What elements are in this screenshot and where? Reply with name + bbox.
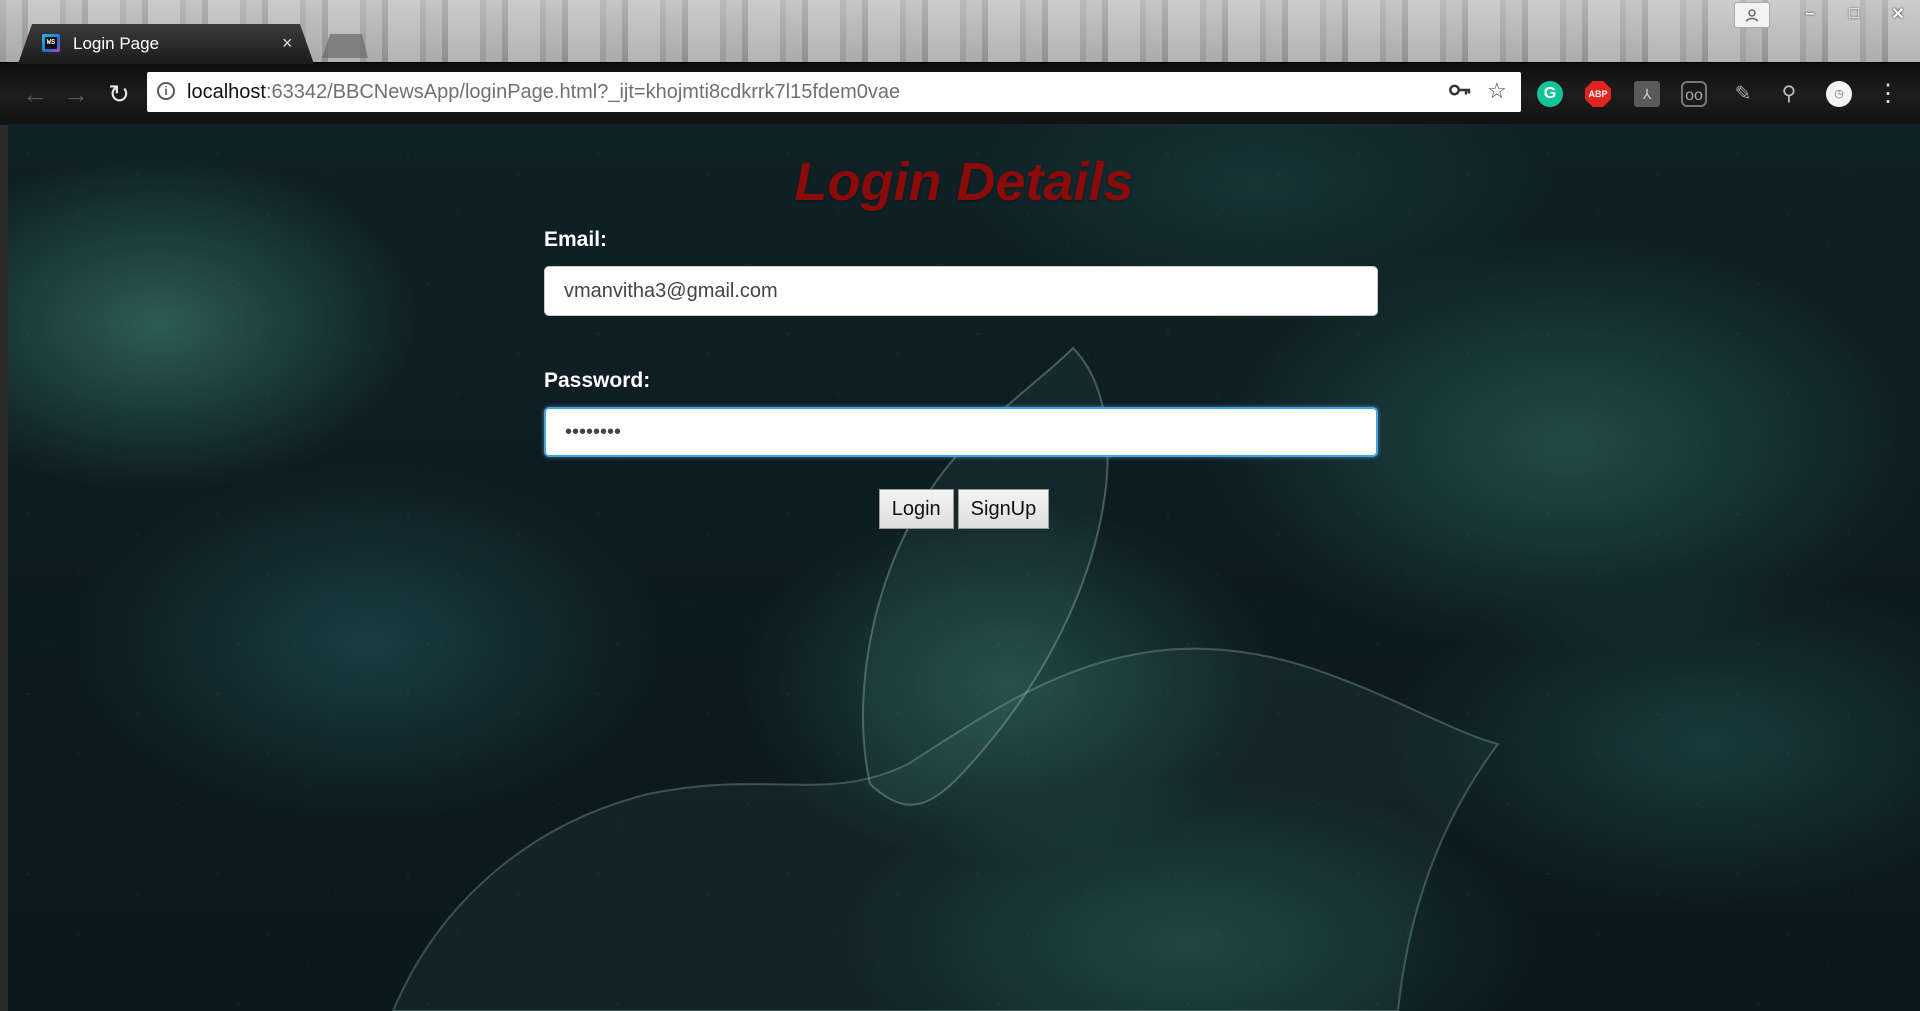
url-path: :63342/BBCNewsApp/loginPage.html?_ijt=kh…: [265, 81, 901, 103]
new-tab-button[interactable]: [322, 34, 368, 58]
pdf-icon[interactable]: ⅄: [1634, 81, 1660, 107]
close-window-button[interactable]: ✕: [1876, 0, 1920, 28]
email-field[interactable]: [544, 266, 1378, 316]
key-icon[interactable]: [1449, 80, 1471, 103]
minimize-button[interactable]: –: [1788, 0, 1832, 28]
browser-toolbar: ← → ↻ i localhost:63342/BBCNewsApp/login…: [0, 62, 1920, 125]
browser-tab-active[interactable]: WS Login Page ×: [18, 24, 314, 64]
tab-close-icon[interactable]: ×: [282, 33, 293, 54]
signup-button[interactable]: SignUp: [957, 489, 1050, 529]
tab-title: Login Page: [73, 34, 160, 53]
info-icon[interactable]: i: [157, 82, 175, 100]
login-button[interactable]: Login: [878, 489, 954, 529]
favicon-text: WS: [45, 37, 57, 49]
reload-icon[interactable]: ↻: [104, 79, 134, 109]
page-viewport: Login Details Email: Password: Login Sig…: [8, 124, 1920, 1011]
grammarly-icon[interactable]: G: [1537, 81, 1563, 107]
password-label: Password:: [544, 369, 651, 392]
menu-icon[interactable]: ⋮: [1876, 79, 1900, 109]
email-label: Email:: [544, 228, 608, 251]
address-bar[interactable]: i localhost:63342/BBCNewsApp/loginPage.h…: [147, 72, 1521, 112]
forward-arrow-icon[interactable]: →: [61, 79, 91, 109]
maximize-button[interactable]: □: [1832, 0, 1876, 28]
pen-icon[interactable]: ✎: [1730, 81, 1756, 107]
password-field[interactable]: [544, 407, 1378, 457]
search-icon[interactable]: ⚲: [1776, 81, 1802, 107]
apple-logo-watermark: [391, 346, 1500, 1011]
adblock-plus-icon[interactable]: ABP: [1585, 81, 1611, 107]
url-host: localhost: [187, 81, 266, 103]
clock-icon[interactable]: ◷: [1826, 81, 1852, 107]
button-row: Login SignUp: [544, 489, 1384, 529]
webstorm-favicon-icon: WS: [42, 34, 60, 52]
star-icon[interactable]: ☆: [1487, 78, 1507, 104]
window-controls: – □ ✕: [1734, 0, 1920, 28]
page-title: Login Details: [794, 152, 1134, 212]
back-arrow-icon[interactable]: ←: [20, 79, 50, 109]
glasses-icon[interactable]: oo: [1681, 81, 1707, 107]
profile-icon[interactable]: [1734, 2, 1770, 28]
url-text[interactable]: localhost:63342/BBCNewsApp/loginPage.htm…: [187, 81, 900, 104]
